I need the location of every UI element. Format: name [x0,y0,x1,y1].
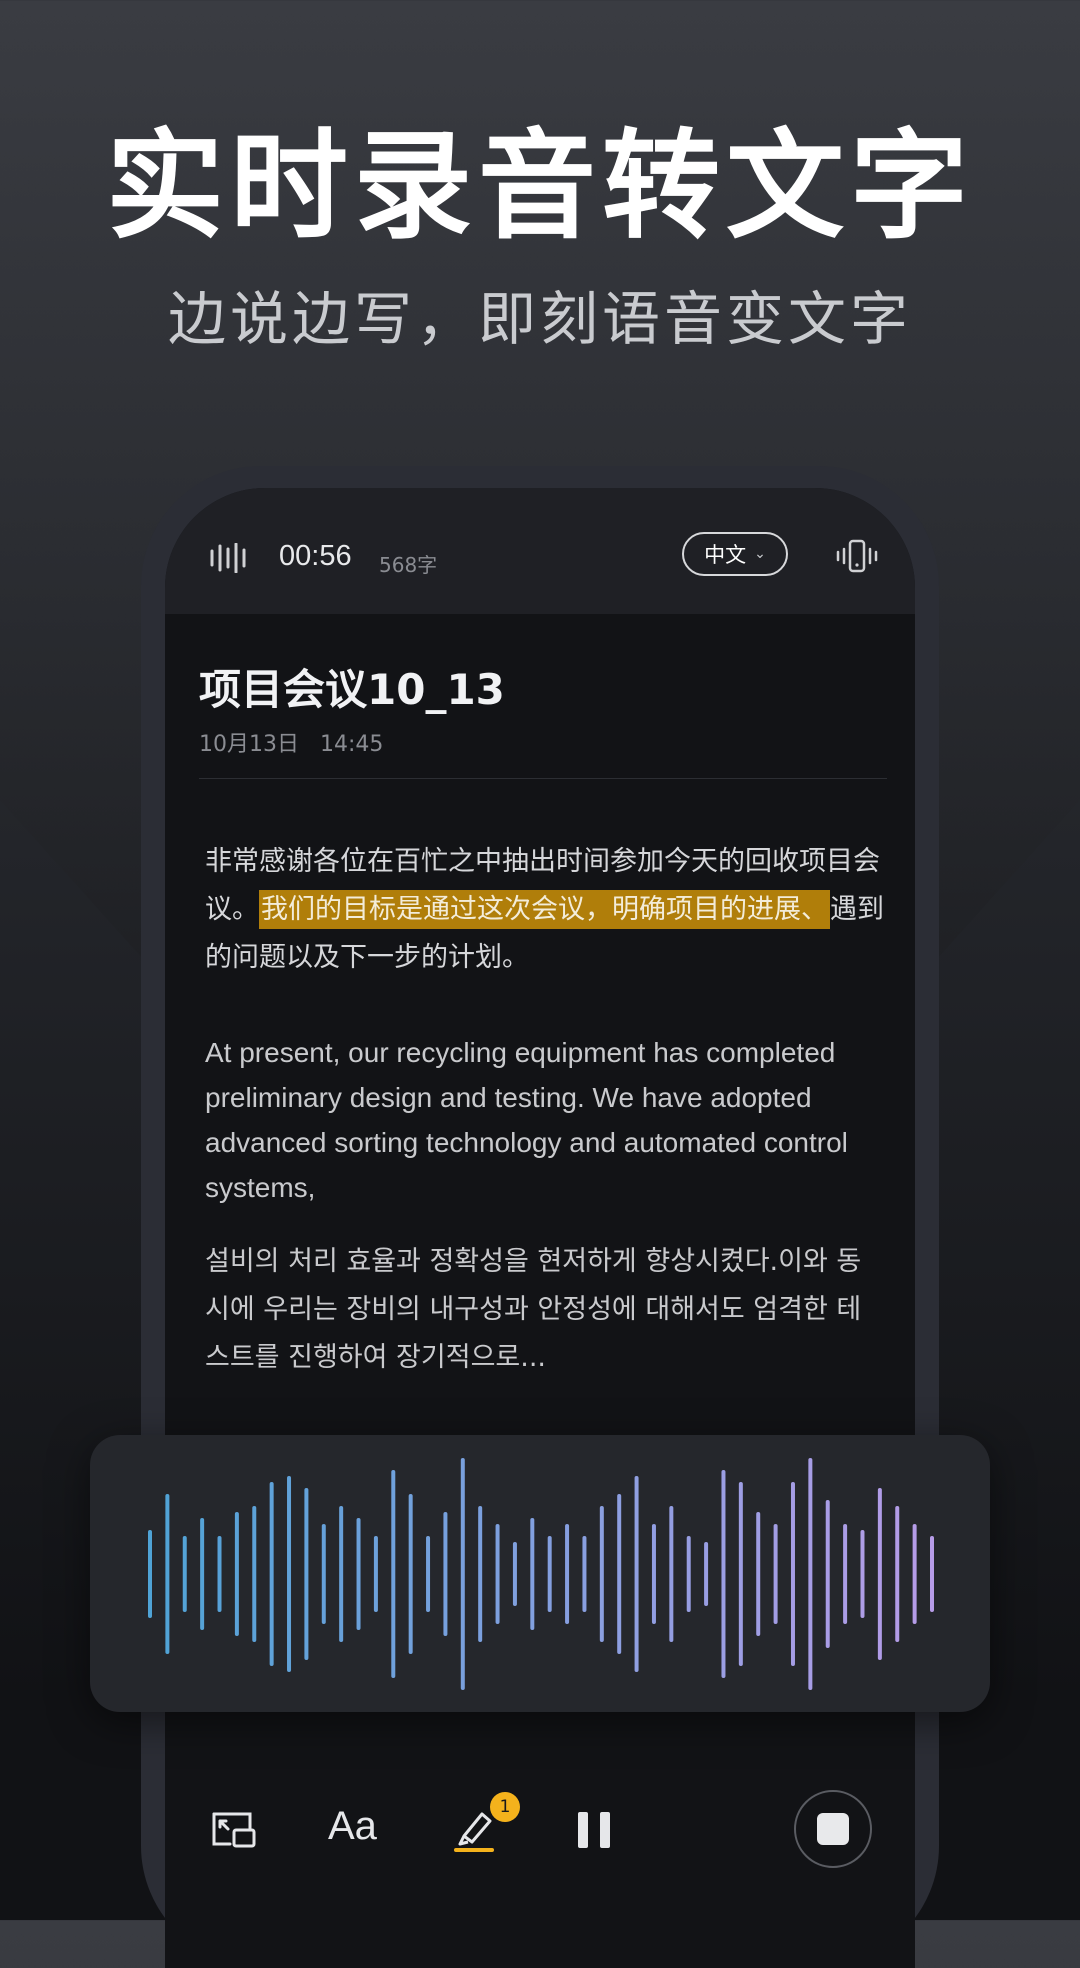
hero-subtitle: 边说边写，即刻语音变文字 [167,285,912,353]
stop-icon [817,1813,849,1845]
transcript-paragraph-chinese[interactable]: 非常感谢各位在百忙之中抽出时间参加今天的回收项目会议。我们的目标是通过这次会议，… [205,838,885,982]
language-selector[interactable]: 中文 ⌄ [682,532,788,576]
audio-waveform [148,1458,934,1690]
font-size-icon[interactable]: Aa [328,1804,377,1849]
language-label: 中文 [704,543,747,567]
highlight-count-badge: 1 [490,1792,520,1822]
document-date: 10月13日 [199,732,299,757]
stop-button[interactable] [794,1790,872,1868]
audio-waveform-card [90,1435,990,1712]
waveform-icon [210,543,246,573]
phone-screen: 00:56 568字 中文 ⌄ 项目会议10_13 10月13日 14:45 非… [165,488,915,1968]
transcript-paragraph-english[interactable]: At present, our recycling equipment has … [205,1030,885,1210]
recording-timer: 00:56 [279,540,352,572]
document-time: 14:45 [319,732,384,757]
word-count: 568字 [379,553,438,577]
recording-status-bar: 00:56 568字 中文 ⌄ [165,488,915,614]
hero-title: 实时录音转文字 [105,117,974,255]
vibrate-phone-icon[interactable] [835,538,879,574]
document-datetime: 10月13日 14:45 [199,726,383,758]
divider [199,778,887,779]
picture-in-picture-icon[interactable] [210,1808,258,1850]
highlighted-text[interactable]: 我们的目标是通过这次会议，明确项目的进展、 [259,890,830,929]
document-title: 项目会议10_13 [199,665,505,714]
chevron-down-icon: ⌄ [754,546,766,562]
pause-icon[interactable] [576,1810,612,1850]
transcript-paragraph-korean[interactable]: 설비의 처리 효율과 정확성을 현저하게 향상시켰다.이와 동시에 우리는 장비… [205,1238,885,1382]
